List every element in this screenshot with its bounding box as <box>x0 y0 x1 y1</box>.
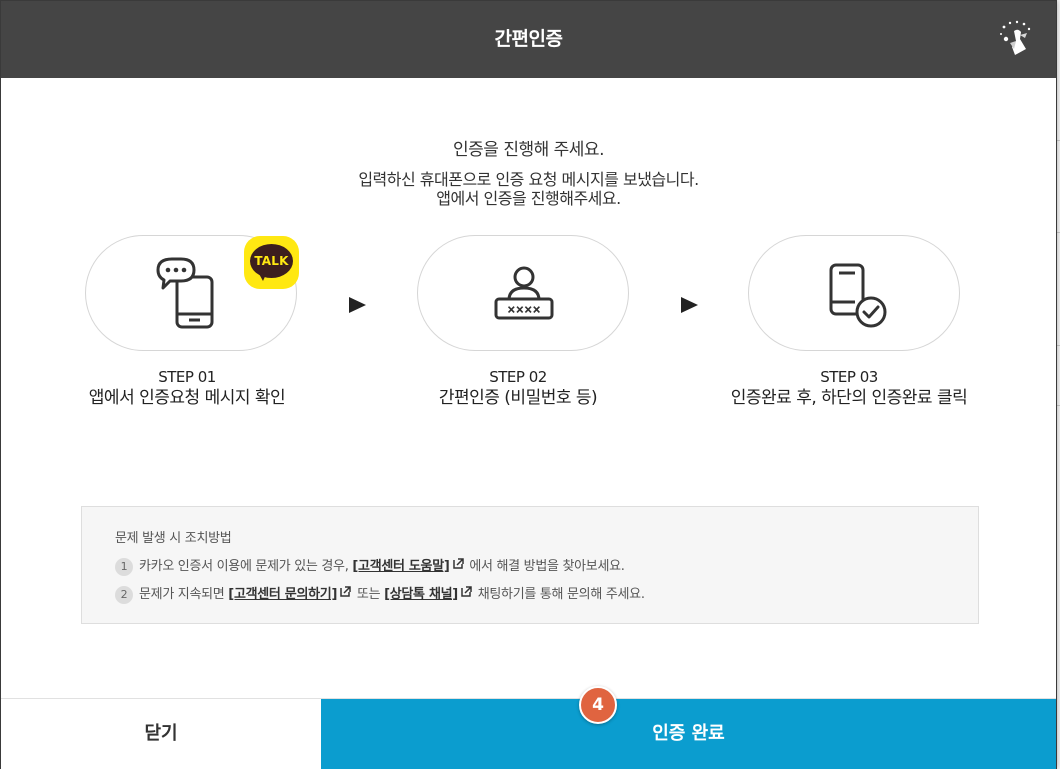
help-center-guide-link[interactable]: [고객센터 도움말] <box>352 559 449 574</box>
help-title: 문제 발생 시 조치방법 <box>115 531 232 546</box>
step-3-circle <box>748 235 960 351</box>
intro-line-2: 입력하신 휴대폰으로 인증 요청 메시지를 보냈습니다. <box>358 170 699 189</box>
tinkerbell-logo-icon <box>1000 20 1031 55</box>
phone-check-icon <box>829 263 887 328</box>
auth-modal: 간편인증 인증을 진행해 주세요. 입력하신 휴대폰으로 인증 요청 메시지를 … <box>0 0 1057 769</box>
step-3-number: STEP 03 <box>820 368 878 386</box>
help-number-badge: 2 <box>115 585 133 604</box>
intro-text: 인증을 진행해 주세요. 입력하신 휴대폰으로 인증 요청 메시지를 보냈습니다… <box>1 138 1056 208</box>
step-2-description: 간편인증 (비밀번호 등) <box>438 388 598 408</box>
kakaotalk-badge: TALK <box>244 236 299 289</box>
modal-title: 간편인증 <box>494 28 563 50</box>
consult-talk-channel-link[interactable]: [상담톡 채널] <box>384 587 458 602</box>
intro-line-1: 인증을 진행해 주세요. <box>453 140 604 160</box>
help-item-1-text: 카카오 인증서 이용에 문제가 있는 경우, <box>139 559 353 574</box>
help-item-2-text: 문제가 지속되면 <box>139 587 229 602</box>
step-1-number: STEP 01 <box>158 368 216 386</box>
step-2-label: STEP 02 간편인증 (비밀번호 등) <box>368 367 668 409</box>
auth-complete-button[interactable]: 인증 완료 <box>321 699 1056 769</box>
external-link-icon <box>452 558 464 569</box>
help-item-2: 2 문제가 지속되면 [고객센터 문의하기] 또는 [상담톡 채널] 채팅하기를 … <box>115 585 645 605</box>
chat-phone-icon <box>156 257 214 329</box>
intro-line-3: 앱에서 인증을 진행해주세요. <box>436 189 621 208</box>
step-3-label: STEP 03 인증완료 후, 하단의 인증완료 클릭 <box>699 367 999 409</box>
step-2-circle: ×××× <box>417 235 629 351</box>
help-item-2-middle: 또는 <box>353 587 385 602</box>
step-1-label: STEP 01 앱에서 인증요청 메시지 확인 <box>37 367 337 409</box>
step-1-description: 앱에서 인증요청 메시지 확인 <box>88 388 286 408</box>
help-center-inquiry-link[interactable]: [고객센터 문의하기] <box>228 587 337 602</box>
external-link-icon <box>340 586 351 597</box>
step-arrow-icon <box>681 297 698 313</box>
help-item-1-suffix: 에서 해결 방법을 찾아보세요. <box>465 559 625 574</box>
help-item-2-suffix: 채팅하기를 통해 문의해 주세요. <box>473 587 645 602</box>
help-number-badge: 1 <box>115 557 133 576</box>
help-box: 문제 발생 시 조치방법 1 카카오 인증서 이용에 문제가 있는 경우, [고객… <box>81 506 979 624</box>
talk-badge-text: TALK <box>254 254 289 268</box>
close-button[interactable]: 닫기 <box>1 699 321 769</box>
step-4-marker-badge: 4 <box>579 686 617 724</box>
modal-header: 간편인증 <box>1 1 1056 78</box>
svg-text:××××: ×××× <box>507 302 541 318</box>
external-link-icon <box>461 586 472 597</box>
step-3-description: 인증완료 후, 하단의 인증완료 클릭 <box>730 388 968 408</box>
step-2-number: STEP 02 <box>489 368 547 386</box>
modal-footer: 닫기 인증 완료 <box>1 698 1056 769</box>
help-item-1: 1 카카오 인증서 이용에 문제가 있는 경우, [고객센터 도움말] 에서 해결… <box>115 557 625 577</box>
step-arrow-icon <box>349 297 366 313</box>
user-password-icon: ×××× <box>494 266 554 320</box>
